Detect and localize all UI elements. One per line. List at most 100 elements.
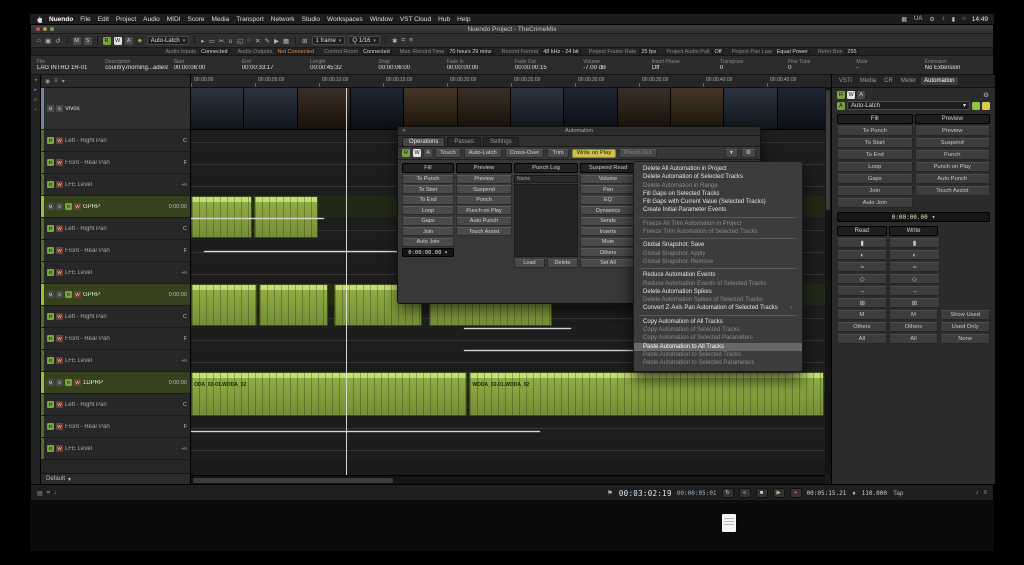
track-name[interactable]: Left - Right Pan <box>65 226 181 232</box>
fill-button[interactable]: To Start <box>837 138 913 148</box>
track-read-button[interactable]: R <box>47 247 54 254</box>
menu-item[interactable]: Freeze All Trim Automation in Project <box>634 220 802 228</box>
desktop-file-icon[interactable] <box>722 514 736 532</box>
menubar-item[interactable]: File <box>80 16 90 23</box>
automation-curve-segment[interactable] <box>191 218 325 219</box>
track-write-button[interactable]: W <box>56 269 63 276</box>
track-read-button[interactable]: R <box>47 335 54 342</box>
track-name[interactable]: 1DPRP <box>83 380 167 386</box>
info-column[interactable]: Extension No Extension <box>925 57 987 73</box>
playhead[interactable] <box>345 88 347 475</box>
scrollbar-thumb[interactable] <box>193 478 393 483</box>
automation-curve-segment[interactable] <box>463 328 572 329</box>
track-name[interactable]: Front - Rear Pan <box>65 336 182 342</box>
tool-button[interactable]: ✂ <box>218 37 225 45</box>
preview-button[interactable]: Suspend <box>914 138 990 148</box>
primary-time-display[interactable]: 00:03:02:19 <box>619 489 672 498</box>
menu-item[interactable]: Reduce Automation Events of Selected Tra… <box>634 280 802 288</box>
suspend-read-button[interactable]: Dynamics <box>580 206 636 215</box>
write-all-button[interactable]: W <box>413 149 422 157</box>
fill-button[interactable]: Auto Join <box>837 198 913 208</box>
fill-button[interactable]: Auto Join <box>402 237 454 247</box>
menu-item[interactable]: Convert Z-Axis Pan Automation of Selecte… <box>634 304 802 312</box>
write-automation-button[interactable]: W <box>113 36 122 45</box>
transport-left-icon[interactable]: ♩ <box>54 490 60 497</box>
left-strip-icon[interactable]: ▪ <box>35 107 37 113</box>
trim-button[interactable]: Trim <box>547 148 569 158</box>
tool-button[interactable]: ✎ <box>263 37 270 45</box>
track-name[interactable]: Front - Rear Pan <box>65 424 182 430</box>
marker-icon[interactable]: ⚑ <box>606 489 614 497</box>
track-read-button[interactable]: R <box>47 269 54 276</box>
track-read-button[interactable]: R <box>47 445 54 452</box>
track-read-button[interactable]: R <box>65 291 72 298</box>
menu-item[interactable]: Global Snapshot: Save <box>634 241 802 249</box>
fill-button[interactable]: Join <box>837 186 913 196</box>
toolbar-icon[interactable]: ↺ <box>54 37 61 45</box>
menubar-item[interactable]: Studio <box>302 16 320 23</box>
automation-curve-segment[interactable] <box>203 251 420 252</box>
track-preset[interactable]: Default ▾ <box>41 473 190 484</box>
punch-log-list[interactable] <box>514 184 578 257</box>
menu-item[interactable]: Paste Automation to All Tracks <box>634 342 802 351</box>
timeline-ruler[interactable]: 00:00:00 00:00:05:00 00:00:10:00 00:00:1… <box>191 75 831 88</box>
read-all-button[interactable]: R <box>837 91 845 99</box>
suspend-write-icon-button[interactable]: ⊞ <box>889 298 940 308</box>
suspend-write-icon-button[interactable]: ◐ <box>889 250 940 260</box>
play-button[interactable]: ▶ <box>772 488 785 498</box>
suspend-read-button[interactable]: M <box>837 310 887 320</box>
info-column[interactable]: End 00:00:33:17 <box>242 57 304 73</box>
menu-item[interactable]: Delete All Automation in Project <box>634 165 802 173</box>
track-solo-button[interactable]: S <box>56 105 63 112</box>
suspend-write-icon-button[interactable]: ◇ <box>889 274 940 284</box>
tap-tempo-button[interactable]: Tap <box>892 490 904 497</box>
fill-button[interactable]: To Punch <box>402 174 454 184</box>
preview-button[interactable]: Auto Punch <box>914 174 990 184</box>
suspend-read-icon-button[interactable]: ▮ <box>837 238 888 248</box>
menu-item[interactable]: Delete Automation Spikes of Selected Tra… <box>634 296 802 304</box>
track-row[interactable]: R W Front - Rear Pan F <box>41 416 190 438</box>
info-column[interactable]: Fine Tune 0 <box>788 57 850 73</box>
info-column[interactable]: Length 00:00:45:32 <box>310 57 372 73</box>
fill-button[interactable]: To Start <box>402 185 454 194</box>
track-mute-button[interactable]: M <box>47 291 54 298</box>
track-solo-button[interactable]: S <box>56 291 63 298</box>
close-icon[interactable]: ✕ <box>402 128 406 134</box>
menubar-item[interactable]: Transport <box>236 16 264 23</box>
track-row[interactable]: R W LFE Level -∞ <box>41 174 190 196</box>
info-column[interactable]: File LAG INTRO 1R-01 <box>37 57 99 73</box>
apple-menu-icon[interactable] <box>36 16 42 23</box>
track-header-icon[interactable]: ▾ <box>62 78 65 85</box>
menubar-status-icon[interactable]: ▦ <box>901 16 907 23</box>
tempo-display[interactable]: 110.000 <box>862 490 887 497</box>
menubar-status-icon[interactable]: UA <box>914 16 922 23</box>
menu-item[interactable] <box>639 314 797 316</box>
suspend-write-icon-button[interactable]: ▮ <box>889 238 940 248</box>
info-value[interactable]: Off <box>652 65 714 71</box>
toolbar-icon[interactable]: ⌗ <box>400 37 406 45</box>
cross-over-mode-button[interactable]: Cross-Over <box>504 148 545 158</box>
track-name[interactable]: Left - Right Pan <box>65 314 181 320</box>
menu-item[interactable]: Copy Automation of Selected Tracks <box>634 326 802 334</box>
transport-right-icon[interactable]: ≡ <box>983 490 987 496</box>
show-button[interactable]: Used Only <box>940 322 991 332</box>
track-write-button[interactable]: W <box>56 137 63 144</box>
toolbar-icon[interactable]: ▣ <box>44 37 52 45</box>
transport-right-icon[interactable]: ♪ <box>975 490 978 496</box>
fill-button[interactable]: To Punch <box>837 126 913 136</box>
track-row[interactable]: R W Left - Right Pan C <box>41 130 190 152</box>
track-write-button[interactable]: W <box>74 379 81 386</box>
toolbar-icon[interactable]: ≡ <box>408 37 414 44</box>
track-read-button[interactable]: R <box>47 181 54 188</box>
quantize-select[interactable]: Q 1/16 ▾ <box>348 36 380 45</box>
info-value[interactable]: 00:00:45:32 <box>310 65 372 71</box>
auto-latch-mode-button[interactable]: Auto-Latch <box>463 148 502 158</box>
suspend-write-button[interactable]: All <box>888 334 939 344</box>
suspend-write-button[interactable]: Others <box>888 322 939 332</box>
info-column[interactable]: Mute - <box>856 57 918 73</box>
track-solo-button[interactable]: S <box>56 203 63 210</box>
info-value[interactable]: 00:00:06:00 <box>378 65 440 71</box>
menubar-item[interactable]: Hub <box>438 16 450 23</box>
preview-button[interactable]: Punch <box>914 150 990 160</box>
right-zone-tab[interactable]: VSTi <box>836 77 855 85</box>
